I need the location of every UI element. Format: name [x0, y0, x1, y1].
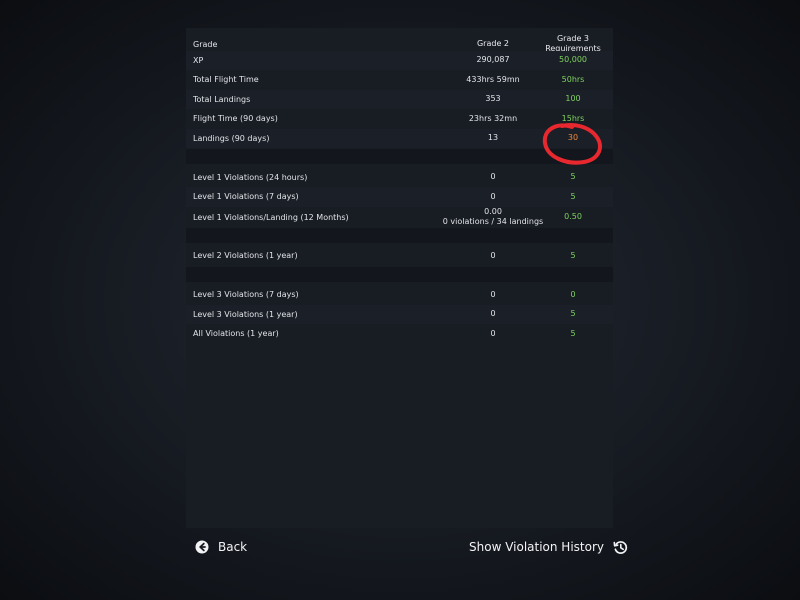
- row-value: 0: [490, 328, 496, 338]
- row-requirement: 30: [567, 133, 579, 143]
- row-label: Landings (90 days): [193, 133, 270, 143]
- table-row-flight-time-90: Flight Time (90 days) 23hrs 32mn 15hrs: [186, 109, 613, 129]
- arrow-left-circle-icon: [195, 540, 209, 554]
- table-row-xp: XP 290,087 50,000: [186, 50, 613, 70]
- row-value: 433hrs 59mn: [466, 74, 520, 84]
- back-button[interactable]: Back: [195, 537, 247, 557]
- row-requirement: 0.50: [564, 212, 582, 221]
- table-row-l3-7d: Level 3 Violations (7 days) 0 0: [186, 285, 613, 305]
- table-row-l3-1y: Level 3 Violations (1 year) 0 5: [186, 304, 613, 324]
- table-row-all-1y: All Violations (1 year) 0 5: [186, 324, 613, 344]
- section-divider: [186, 228, 613, 243]
- row-requirement: 50,000: [559, 55, 587, 65]
- table-row-l2-1y: Level 2 Violations (1 year) 0 5: [186, 246, 613, 266]
- row-label: Level 1 Violations/Landing (12 Months): [193, 212, 349, 222]
- row-value: 353: [485, 94, 501, 104]
- table-row-landings-90: Landings (90 days) 13 30: [186, 128, 613, 148]
- row-label: Total Landings: [193, 94, 251, 104]
- row-label: Level 3 Violations (1 year): [193, 309, 298, 319]
- row-value: 0: [490, 309, 496, 319]
- table-row-l1-per-landing: Level 1 Violations/Landing (12 Months) 0…: [186, 206, 613, 228]
- row-label: Level 1 Violations (24 hours): [193, 172, 308, 182]
- header-requirement-line1: Grade 3: [556, 34, 590, 43]
- row-value: 290,087: [476, 55, 510, 65]
- table-row-l1-7d: Level 1 Violations (7 days) 0 5: [186, 187, 613, 207]
- row-value: 0.00 0 violations / 34 landings: [433, 206, 553, 228]
- history-icon: [613, 540, 628, 554]
- row-label: Flight Time (90 days): [193, 114, 278, 124]
- row-label: Level 3 Violations (7 days): [193, 290, 299, 300]
- row-label: All Violations (1 year): [193, 329, 279, 339]
- row-requirement: 5: [570, 191, 576, 201]
- table-row-total-flight-time: Total Flight Time 433hrs 59mn 50hrs: [186, 70, 613, 90]
- row-requirement: 50hrs: [561, 74, 585, 84]
- row-requirement: 15hrs: [561, 113, 585, 123]
- table-row-total-landings: Total Landings 353 100: [186, 89, 613, 109]
- row-value: 0: [490, 172, 496, 182]
- row-requirement: 5: [570, 172, 576, 182]
- row-label: Total Flight Time: [193, 75, 259, 85]
- row-value: 0: [490, 191, 496, 201]
- row-label: Level 1 Violations (7 days): [193, 192, 299, 202]
- row-requirement: 0: [570, 289, 576, 299]
- section-divider: [186, 267, 613, 282]
- row-value-main: 0.00: [484, 207, 502, 216]
- table-row-l1-24h: Level 1 Violations (24 hours) 0 5: [186, 168, 613, 188]
- row-requirement: 100: [565, 94, 581, 104]
- show-violation-history-button[interactable]: Show Violation History: [469, 537, 628, 557]
- row-requirement: 5: [570, 309, 576, 319]
- grade-requirements-panel: Grade Grade 2 Grade 3 Requirements XP 29…: [186, 28, 613, 528]
- row-requirement: 5: [570, 328, 576, 338]
- section-divider: [186, 149, 613, 164]
- row-value: 0: [490, 250, 496, 260]
- row-value: 13: [487, 133, 499, 143]
- history-label: Show Violation History: [469, 540, 604, 554]
- row-requirement: 5: [570, 250, 576, 260]
- row-label: Level 2 Violations (1 year): [193, 251, 298, 261]
- row-value: 23hrs 32mn: [468, 113, 518, 123]
- row-value: 0: [490, 289, 496, 299]
- row-value-sub: 0 violations / 34 landings: [442, 217, 544, 226]
- back-label: Back: [218, 540, 248, 554]
- row-label: XP: [193, 55, 204, 65]
